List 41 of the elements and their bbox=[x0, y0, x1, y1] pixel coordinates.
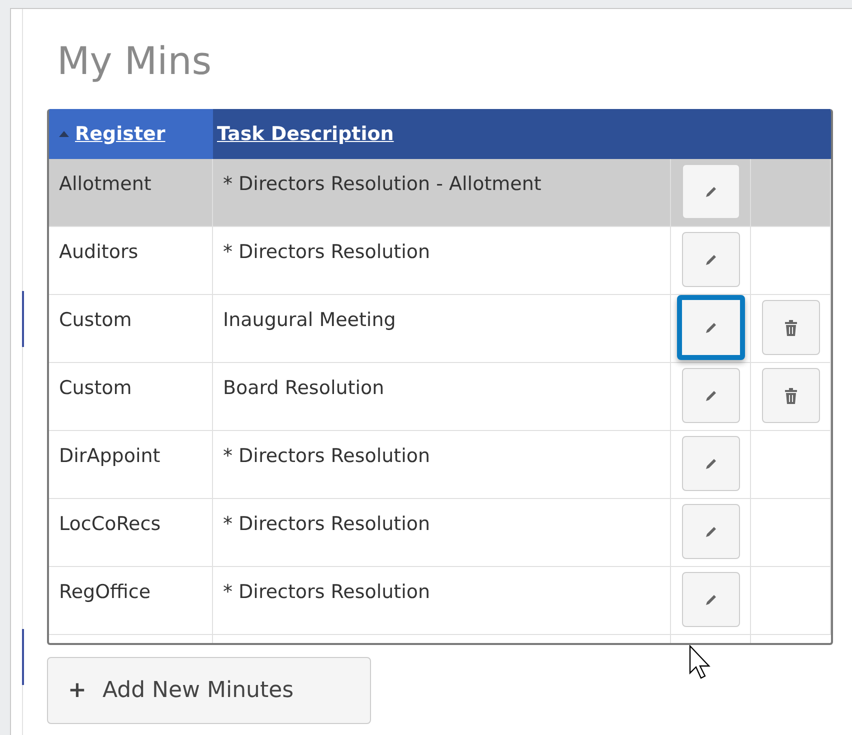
table-row[interactable]: RegOffice * Directors Resolution bbox=[49, 567, 831, 635]
table-cell: Inaugural Meeting bbox=[213, 295, 671, 362]
column-header-link[interactable]: Register bbox=[75, 123, 166, 145]
sort-up-icon bbox=[59, 131, 69, 137]
table-row[interactable]: LocCoRecs * Directors Resolution bbox=[49, 499, 831, 567]
page-title: My Mins bbox=[57, 38, 213, 85]
delete-button[interactable] bbox=[762, 368, 820, 423]
table-cell: RegOffice bbox=[49, 567, 213, 634]
table-cell: Allotment bbox=[49, 159, 213, 226]
trash-icon bbox=[784, 320, 798, 336]
table-cell: LocCoRecs bbox=[49, 499, 213, 566]
table-cell: * Directors Resolution bbox=[213, 431, 671, 498]
pencil-icon bbox=[704, 524, 718, 538]
table-row[interactable]: Custom Board Resolution bbox=[49, 363, 831, 431]
table-cell: * Directors Resolution bbox=[213, 227, 671, 294]
table-cell: Board Resolution bbox=[213, 363, 671, 430]
table-cell: * Directors Resolution - Allotment bbox=[213, 159, 671, 226]
table-cell: Custom bbox=[49, 295, 213, 362]
table-row[interactable]: DirAppoint * Directors Resolution bbox=[49, 431, 831, 499]
table-cell: * Directors Resolution bbox=[213, 567, 671, 634]
pencil-icon bbox=[704, 252, 718, 266]
pencil-icon bbox=[704, 592, 718, 606]
add-minutes-button[interactable]: + Add New Minutes bbox=[47, 657, 371, 724]
side-marker bbox=[22, 291, 24, 347]
delete-button[interactable] bbox=[762, 300, 820, 355]
pencil-icon bbox=[704, 456, 718, 470]
table-cell: Custom bbox=[49, 363, 213, 430]
table-row[interactable]: Allotment * Directors Resolution - Allotment bbox=[49, 159, 831, 227]
table-cell: * Directors Resolution bbox=[213, 499, 671, 566]
table-row[interactable]: Auditors * Directors Resolution bbox=[49, 227, 831, 295]
cursor-icon bbox=[689, 645, 711, 681]
column-header-link[interactable]: Task Description bbox=[217, 123, 394, 145]
table-cell: Auditors bbox=[49, 227, 213, 294]
table-cell: DirAppoint bbox=[49, 431, 213, 498]
trash-icon bbox=[784, 388, 798, 404]
edit-button[interactable] bbox=[676, 295, 744, 360]
pencil-icon bbox=[704, 320, 718, 334]
side-marker bbox=[22, 629, 24, 685]
pencil-icon bbox=[704, 184, 718, 198]
table-row[interactable]: Custom Inaugural Meeting bbox=[49, 295, 831, 363]
pencil-icon bbox=[704, 388, 718, 402]
